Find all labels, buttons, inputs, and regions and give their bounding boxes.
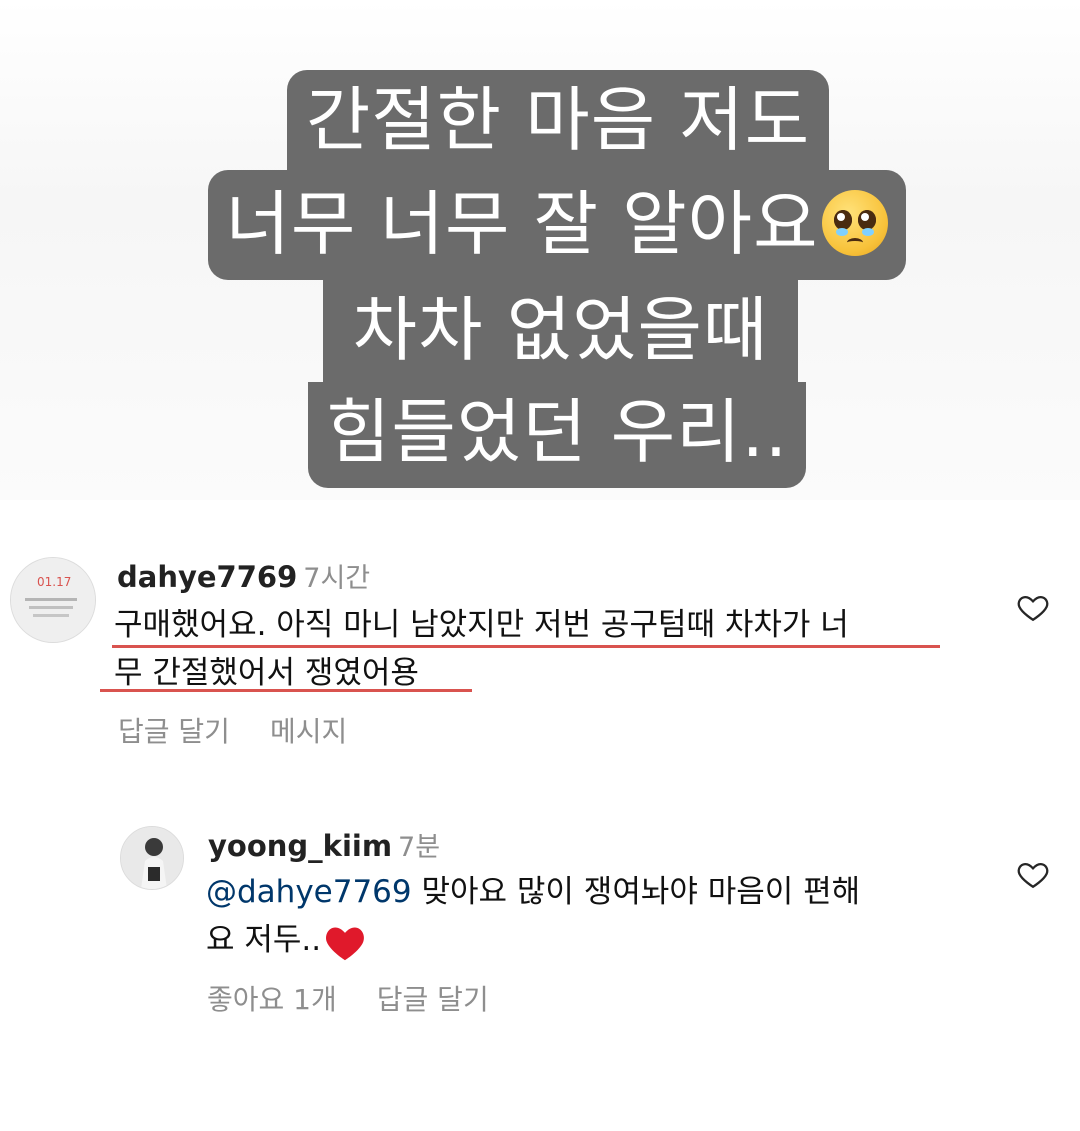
avatar-image-icon (121, 827, 183, 889)
mention-link[interactable]: @dahye7769 (206, 874, 412, 910)
comment-text-line-2: 요 저두.. (206, 916, 966, 964)
comment-actions: 좋아요 1개 답글 달기 (207, 978, 529, 1018)
story-line-2: 너무 너무 잘 알아요 (208, 170, 906, 280)
likes-count[interactable]: 좋아요 1개 (207, 983, 337, 1016)
avatar[interactable] (120, 826, 184, 890)
story-line-3: 차차 없었을때 (323, 280, 798, 382)
username[interactable]: dahye7769 (117, 560, 297, 594)
comment-header: yoong_kiim 7분 (208, 825, 440, 864)
pleading-face-emoji-icon (822, 189, 889, 256)
comment-text-line-1-body: 맞아요 많이 쟁여놔야 마음이 편해 (421, 874, 861, 910)
story-line-1: 간절한 마음 저도 (287, 70, 829, 170)
avatar-image-icon: 01.17 (11, 558, 95, 642)
username[interactable]: yoong_kiim (208, 829, 392, 863)
comment-text-line-2-body: 요 저두.. (206, 922, 322, 958)
story-text-area: 간절한 마음 저도 너무 너무 잘 알아요 차차 없었을때 힘들었던 우리.. (0, 0, 1080, 500)
like-heart-icon[interactable] (1016, 857, 1050, 891)
story-line-4: 힘들었던 우리.. (308, 382, 806, 488)
reply-button[interactable]: 답글 달기 (118, 715, 230, 748)
like-heart-icon[interactable] (1016, 590, 1050, 624)
timestamp: 7분 (398, 832, 441, 863)
timestamp: 7시간 (303, 563, 371, 594)
comment-header: dahye7769 7시간 (117, 556, 370, 595)
comment-actions: 답글 달기 메시지 (118, 710, 387, 750)
story-line-2-text: 너무 너무 잘 알아요 (225, 183, 819, 265)
avatar-date-text: 01.17 (37, 575, 71, 589)
red-underline-1 (112, 645, 940, 648)
message-button[interactable]: 메시지 (270, 715, 347, 748)
comment-text-line-1: 구매했어요. 아직 마니 남았지만 저번 공구텀때 차차가 너 (114, 607, 849, 643)
reply-button[interactable]: 답글 달기 (377, 983, 489, 1016)
comment-text: 구매했어요. 아직 마니 남았지만 저번 공구텀때 차차가 너 무 간절했어서 … (114, 601, 974, 697)
red-underline-2 (100, 689, 472, 692)
red-heart-emoji-icon (326, 926, 365, 960)
avatar[interactable]: 01.17 (10, 557, 96, 643)
comment-text: @dahye7769 맞아요 많이 쟁여놔야 마음이 편해 요 저두.. (206, 868, 966, 964)
comment-text-line-1: @dahye7769 맞아요 많이 쟁여놔야 마음이 편해 (206, 868, 966, 916)
